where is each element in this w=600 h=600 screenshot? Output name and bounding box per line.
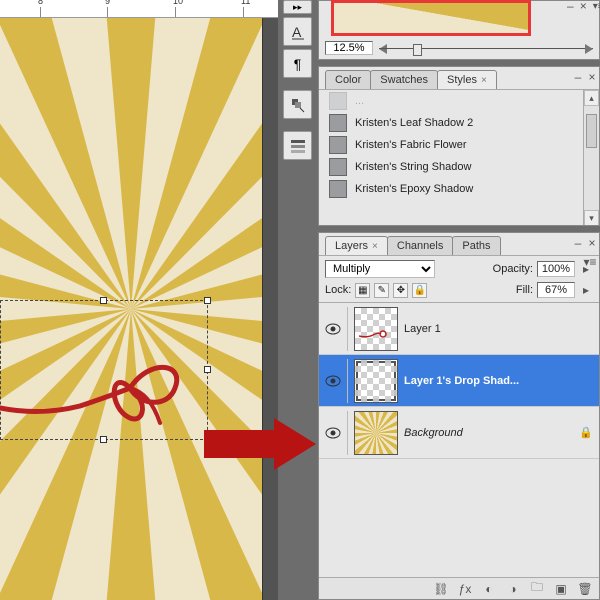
paragraph-palette-button[interactable]: ¶ (283, 49, 312, 78)
string-bow-art (0, 338, 210, 448)
sunburst-artwork (0, 18, 263, 600)
canvas-area: 8 9 10 11 (0, 0, 278, 600)
close-icon[interactable]: × (585, 70, 599, 84)
visibility-toggle[interactable] (325, 373, 341, 389)
close-tab-icon[interactable]: × (372, 241, 378, 252)
zoom-in-icon[interactable] (585, 44, 593, 54)
close-tab-icon[interactable]: × (481, 75, 487, 86)
zoom-input[interactable] (325, 41, 373, 55)
layers-panel: Layers× Channels Paths – × ▾≡ Multiply O… (318, 232, 600, 600)
layer-name[interactable]: Layer 1 (404, 323, 441, 335)
scroll-down-icon[interactable]: ▾ (584, 210, 599, 225)
ruler-horizontal: 8 9 10 11 (0, 0, 278, 18)
tab-channels[interactable]: Channels (387, 236, 453, 255)
character-palette-button[interactable]: A (283, 17, 312, 46)
style-list: ... Kristen's Leaf Shadow 2 Kristen's Fa… (319, 89, 599, 225)
svg-text:A: A (292, 24, 302, 40)
layer-row[interactable]: Layer 1 (319, 303, 599, 355)
tab-paths[interactable]: Paths (452, 236, 500, 255)
tab-layers[interactable]: Layers× (325, 236, 388, 255)
opacity-label: Opacity: (493, 263, 533, 275)
lock-label: Lock: (325, 284, 351, 296)
zoom-slider[interactable] (379, 42, 593, 54)
menu-icon[interactable]: ▾≡ (593, 0, 600, 13)
layer-thumbnail[interactable] (354, 307, 398, 351)
opacity-value[interactable]: 100% (537, 261, 575, 277)
layer-style-icon[interactable]: ƒx (457, 581, 473, 597)
blend-mode-select[interactable]: Multiply (325, 260, 435, 278)
layer-thumbnail[interactable] (354, 411, 398, 455)
scroll-up-icon[interactable]: ▴ (584, 90, 599, 106)
visibility-toggle[interactable] (325, 425, 341, 441)
document-canvas[interactable] (0, 18, 263, 600)
fill-label: Fill: (516, 284, 533, 296)
layer-row[interactable]: Layer 1's Drop Shad... (319, 355, 599, 407)
layer-list: Layer 1 Layer 1's Drop Shad... Backgroun… (319, 302, 599, 459)
styles-tabbar: Color Swatches Styles× – × ▾≡ (319, 67, 599, 89)
close-icon[interactable]: × (580, 0, 587, 13)
layers-footer: ⛓ ƒx ◐ ◑ 🗀 ▣ 🗑 (319, 577, 599, 599)
panel-menu-icon[interactable]: ▾≡ (583, 255, 597, 269)
tool-presets-button[interactable] (283, 90, 312, 119)
style-preset-item[interactable]: Kristen's Epoxy Shadow (319, 178, 599, 200)
layer-name[interactable]: Background (404, 427, 463, 439)
close-icon[interactable]: × (585, 236, 599, 250)
layer-thumbnail[interactable] (354, 359, 398, 403)
fill-value[interactable]: 67% (537, 282, 575, 298)
minimize-icon[interactable]: – (571, 236, 585, 250)
style-preset-item[interactable]: Kristen's String Shadow (319, 156, 599, 178)
style-preset-item[interactable]: ... (319, 90, 599, 112)
lock-transparency-icon[interactable]: ▦ (355, 283, 370, 298)
link-layers-icon[interactable]: ⛓ (433, 581, 449, 597)
tab-swatches[interactable]: Swatches (370, 70, 438, 89)
lock-paint-icon[interactable]: ✎ (374, 283, 389, 298)
collapsed-dock: ▸▸ A ¶ (283, 0, 313, 600)
layer-row[interactable]: Background 🔒 (319, 407, 599, 459)
layers-tabbar: Layers× Channels Paths – × ▾≡ (319, 233, 599, 255)
lock-icon: 🔒 (579, 426, 593, 439)
layer-name[interactable]: Layer 1's Drop Shad... (404, 375, 519, 387)
layer-properties: Multiply Opacity: 100% ▸ Lock: ▦ ✎ ✥ 🔒 F… (319, 255, 599, 302)
styles-scrollbar[interactable]: ▴ ▾ (583, 90, 599, 225)
styles-panel: Color Swatches Styles× – × ▾≡ ... Kriste… (318, 66, 600, 226)
delete-layer-icon[interactable]: 🗑 (577, 581, 593, 597)
adjustment-layer-icon[interactable]: ◑ (505, 581, 521, 597)
minimize-icon[interactable]: – (567, 0, 574, 13)
tab-styles[interactable]: Styles× (437, 70, 497, 89)
minimize-icon[interactable]: – (571, 70, 585, 84)
style-preset-item[interactable]: Kristen's Leaf Shadow 2 (319, 112, 599, 134)
style-preset-item[interactable]: Kristen's Fabric Flower (319, 134, 599, 156)
layer-mask-icon[interactable]: ◐ (481, 581, 497, 597)
layer-comps-button[interactable] (283, 131, 312, 160)
chevron-right-icon[interactable]: ▸ (579, 283, 593, 297)
navigator-thumbnail[interactable] (331, 0, 531, 36)
tab-color[interactable]: Color (325, 70, 371, 89)
new-layer-icon[interactable]: ▣ (553, 581, 569, 597)
lock-move-icon[interactable]: ✥ (393, 283, 408, 298)
expand-dock-button[interactable]: ▸▸ (283, 0, 312, 14)
lock-all-icon[interactable]: 🔒 (412, 283, 427, 298)
zoom-out-icon[interactable] (379, 44, 387, 54)
visibility-toggle[interactable] (325, 321, 341, 337)
new-group-icon[interactable]: 🗀 (529, 581, 545, 597)
scroll-thumb[interactable] (586, 114, 597, 148)
